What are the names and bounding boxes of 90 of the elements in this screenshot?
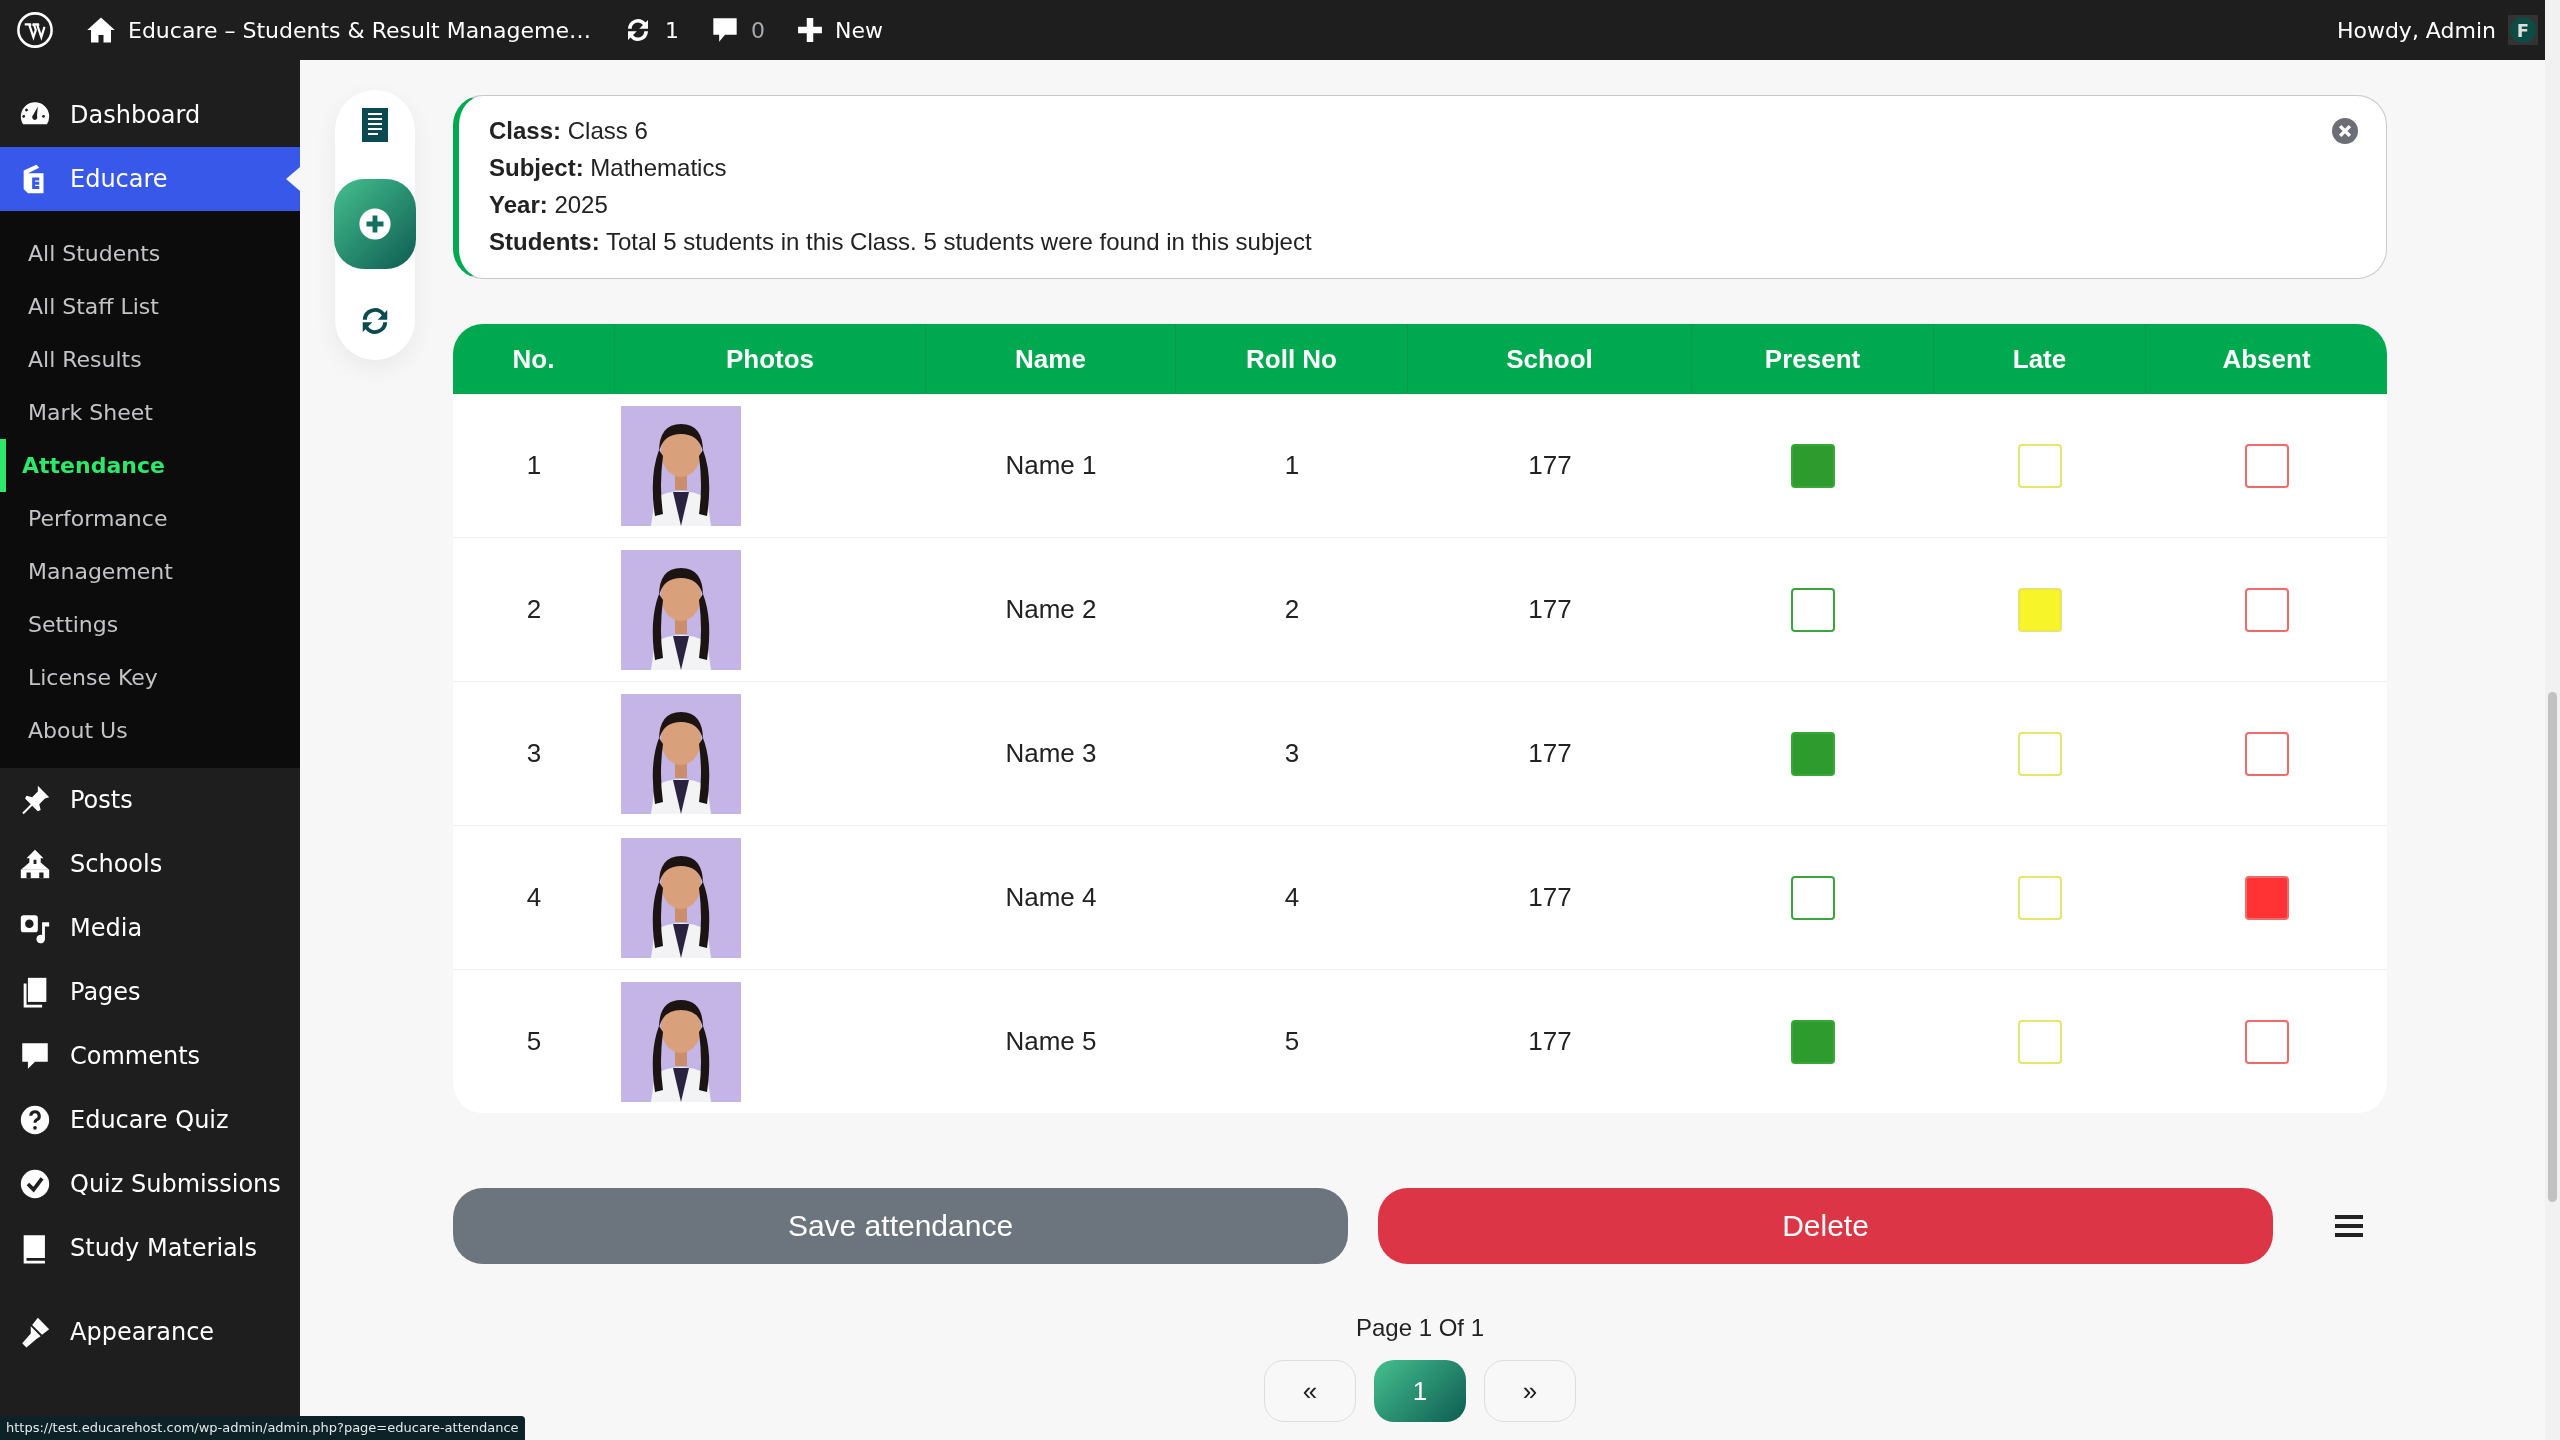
table-cell-text: 177 bbox=[1527, 593, 1573, 626]
site-title[interactable]: Educare – Students & Result Manageme… bbox=[128, 17, 591, 43]
attendance-checkbox[interactable] bbox=[1791, 731, 1835, 776]
attendance-checkbox[interactable] bbox=[2244, 875, 2289, 920]
submenu-item[interactable]: Attendance bbox=[0, 439, 300, 492]
next-page-button[interactable]: » bbox=[1484, 1360, 1576, 1422]
attendance-checkbox[interactable] bbox=[1791, 443, 1835, 488]
menu-item[interactable]: Posts bbox=[0, 768, 300, 832]
comment-icon bbox=[711, 16, 739, 44]
greeting[interactable]: Howdy, Admin bbox=[2336, 17, 2496, 43]
menu-item[interactable]: Schools bbox=[0, 832, 300, 896]
column-header: Absent bbox=[2221, 342, 2312, 376]
info-line: Year: 2025 bbox=[489, 190, 608, 220]
column-header: No. bbox=[453, 324, 615, 394]
attendance-checkbox[interactable] bbox=[2244, 587, 2289, 632]
submenu-item[interactable]: All Staff List bbox=[0, 280, 300, 333]
menu-item[interactable]: Pages bbox=[0, 960, 300, 1024]
table-cell-text: 2 bbox=[1283, 593, 1301, 626]
add-button[interactable] bbox=[334, 179, 416, 269]
status-url: https://test.educarehost.com/wp-admin/admin.php?page=educare-attendance bbox=[0, 1416, 525, 1440]
page-button[interactable]: 1 bbox=[1374, 1360, 1466, 1422]
table-cell-text: 5 bbox=[1283, 1025, 1301, 1058]
previous-page-button[interactable]: « bbox=[1264, 1360, 1356, 1422]
table-cell-text: Name 1 bbox=[1004, 449, 1098, 482]
table-cell-text: 5 bbox=[525, 1025, 543, 1058]
plus-circle-icon bbox=[358, 207, 392, 241]
attendance-checkbox[interactable] bbox=[2244, 731, 2289, 776]
scrollbar[interactable] bbox=[2545, 0, 2560, 1440]
page-summary: Page 1 Of 1 bbox=[1354, 1314, 1486, 1342]
table-cell-text: Name 4 bbox=[1004, 881, 1098, 914]
table-cell-text: 177 bbox=[1527, 449, 1573, 482]
submenu-item[interactable]: License Key bbox=[0, 651, 300, 704]
submenu-item[interactable]: Settings bbox=[0, 598, 300, 651]
active-pointer bbox=[286, 167, 300, 191]
table-cell-text: 177 bbox=[1527, 881, 1573, 914]
plus-icon bbox=[797, 17, 823, 43]
user-avatar[interactable]: F bbox=[2510, 17, 2536, 43]
checkmark-circle-icon bbox=[18, 1167, 52, 1201]
table-cell-text: 177 bbox=[1527, 1025, 1573, 1058]
column-header: Present bbox=[1692, 324, 1934, 394]
school-buildings-icon bbox=[18, 847, 52, 881]
column-header: Roll No bbox=[1176, 324, 1408, 394]
delete-button[interactable]: Delete bbox=[1378, 1188, 2273, 1264]
menu-icon[interactable] bbox=[2333, 1213, 2365, 1239]
table-cell-text: 1 bbox=[1283, 449, 1301, 482]
table-cell-text: 1 bbox=[525, 449, 543, 482]
updates-count[interactable]: 1 bbox=[665, 17, 679, 43]
wordpress-logo-icon[interactable] bbox=[16, 11, 54, 49]
column-header: Late bbox=[1934, 324, 2146, 394]
document-icon[interactable] bbox=[362, 108, 388, 142]
info-line: Students: Total 5 students in this Class. 5 students were found in this subject bbox=[489, 227, 1312, 257]
menu-item[interactable]: Educare bbox=[0, 147, 300, 211]
menu-item[interactable]: Comments bbox=[0, 1024, 300, 1088]
new-link[interactable]: New bbox=[835, 17, 883, 43]
question-icon bbox=[18, 1103, 52, 1137]
table-cell-text: Name 5 bbox=[1004, 1025, 1098, 1058]
column-header: Name bbox=[926, 324, 1176, 394]
attendance-checkbox[interactable] bbox=[1791, 587, 1835, 632]
table-cell-text: 2 bbox=[525, 593, 543, 626]
column-header: Photos bbox=[615, 324, 926, 394]
table-cell-text: Name 2 bbox=[1004, 593, 1098, 626]
submenu-item[interactable]: Performance bbox=[0, 492, 300, 545]
menu-item[interactable]: Educare Quiz bbox=[0, 1088, 300, 1152]
attendance-checkbox[interactable] bbox=[2244, 1019, 2289, 1064]
attendance-checkbox[interactable] bbox=[2244, 443, 2289, 488]
submenu-item[interactable]: About Us bbox=[0, 704, 300, 757]
menu-item[interactable]: Appearance bbox=[0, 1300, 300, 1364]
menu-item[interactable]: Study Materials bbox=[0, 1216, 300, 1280]
info-line: Subject: Mathematics bbox=[489, 153, 727, 183]
submenu-item[interactable]: Management bbox=[0, 545, 300, 598]
table-cell-text: 177 bbox=[1527, 737, 1573, 770]
info-line: Class: Class 6 bbox=[489, 116, 648, 146]
attendance-checkbox[interactable] bbox=[1791, 1019, 1835, 1064]
submenu-item[interactable]: Mark Sheet bbox=[0, 386, 300, 439]
column-header: School bbox=[1408, 324, 1692, 394]
table-cell-text: 3 bbox=[1283, 737, 1301, 770]
table-cell-text: Name 3 bbox=[1004, 737, 1098, 770]
table-cell-text: 3 bbox=[525, 737, 543, 770]
submenu-item[interactable]: All Results bbox=[0, 333, 300, 386]
home-icon bbox=[86, 15, 116, 45]
save-button[interactable]: Save attendance bbox=[453, 1188, 1348, 1264]
table-cell-text: 4 bbox=[1283, 881, 1301, 914]
menu-item[interactable]: Media bbox=[0, 896, 300, 960]
menu-item[interactable]: Dashboard bbox=[0, 83, 300, 147]
close-icon[interactable] bbox=[2332, 118, 2358, 144]
table-cell-text: 4 bbox=[525, 881, 543, 914]
attendance-checkbox[interactable] bbox=[1791, 875, 1835, 920]
comments-count[interactable]: 0 bbox=[751, 17, 765, 43]
submenu-item[interactable]: All Students bbox=[0, 227, 300, 280]
menu-item[interactable]: Quiz Submissions bbox=[0, 1152, 300, 1216]
